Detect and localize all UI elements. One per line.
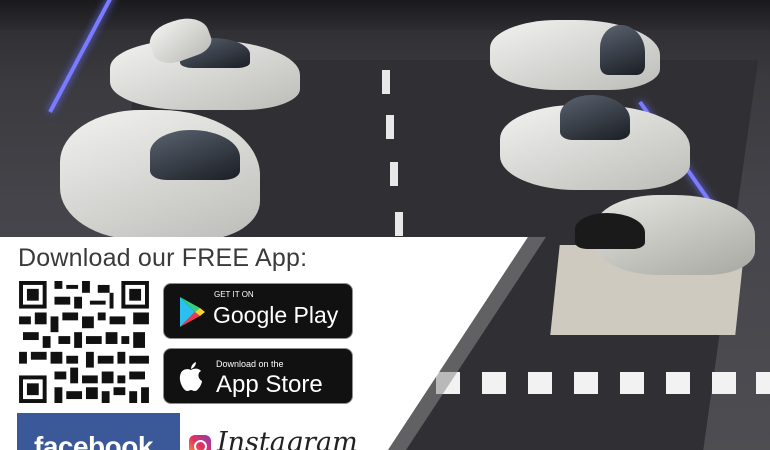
instagram-icon <box>189 435 211 450</box>
facebook-link[interactable]: facebook <box>17 413 180 450</box>
app-store-label: App Store <box>216 371 323 398</box>
apple-icon <box>179 362 202 391</box>
instagram-label: Instagram <box>217 427 356 450</box>
simulator-left <box>40 100 270 240</box>
qr-code[interactable] <box>18 281 150 403</box>
app-store-button[interactable]: Download on the App Store <box>163 348 353 404</box>
google-play-small-label: GET IT ON <box>214 290 254 299</box>
app-store-small-label: Download on the <box>216 359 284 369</box>
download-headline: Download our FREE App: <box>18 244 308 272</box>
google-play-button[interactable]: GET IT ON Google Play <box>163 283 353 339</box>
facebook-label: facebook <box>34 431 153 450</box>
simulator-top-right <box>480 5 680 95</box>
runway-dash <box>386 115 394 139</box>
simulator-center-right <box>500 90 700 200</box>
instagram-link[interactable]: Instagram <box>186 413 356 450</box>
runway-dash <box>390 162 398 186</box>
runway-dash <box>395 212 403 236</box>
runway-dash <box>382 70 390 94</box>
google-play-icon <box>180 297 205 327</box>
google-play-label: Google Play <box>213 302 339 328</box>
